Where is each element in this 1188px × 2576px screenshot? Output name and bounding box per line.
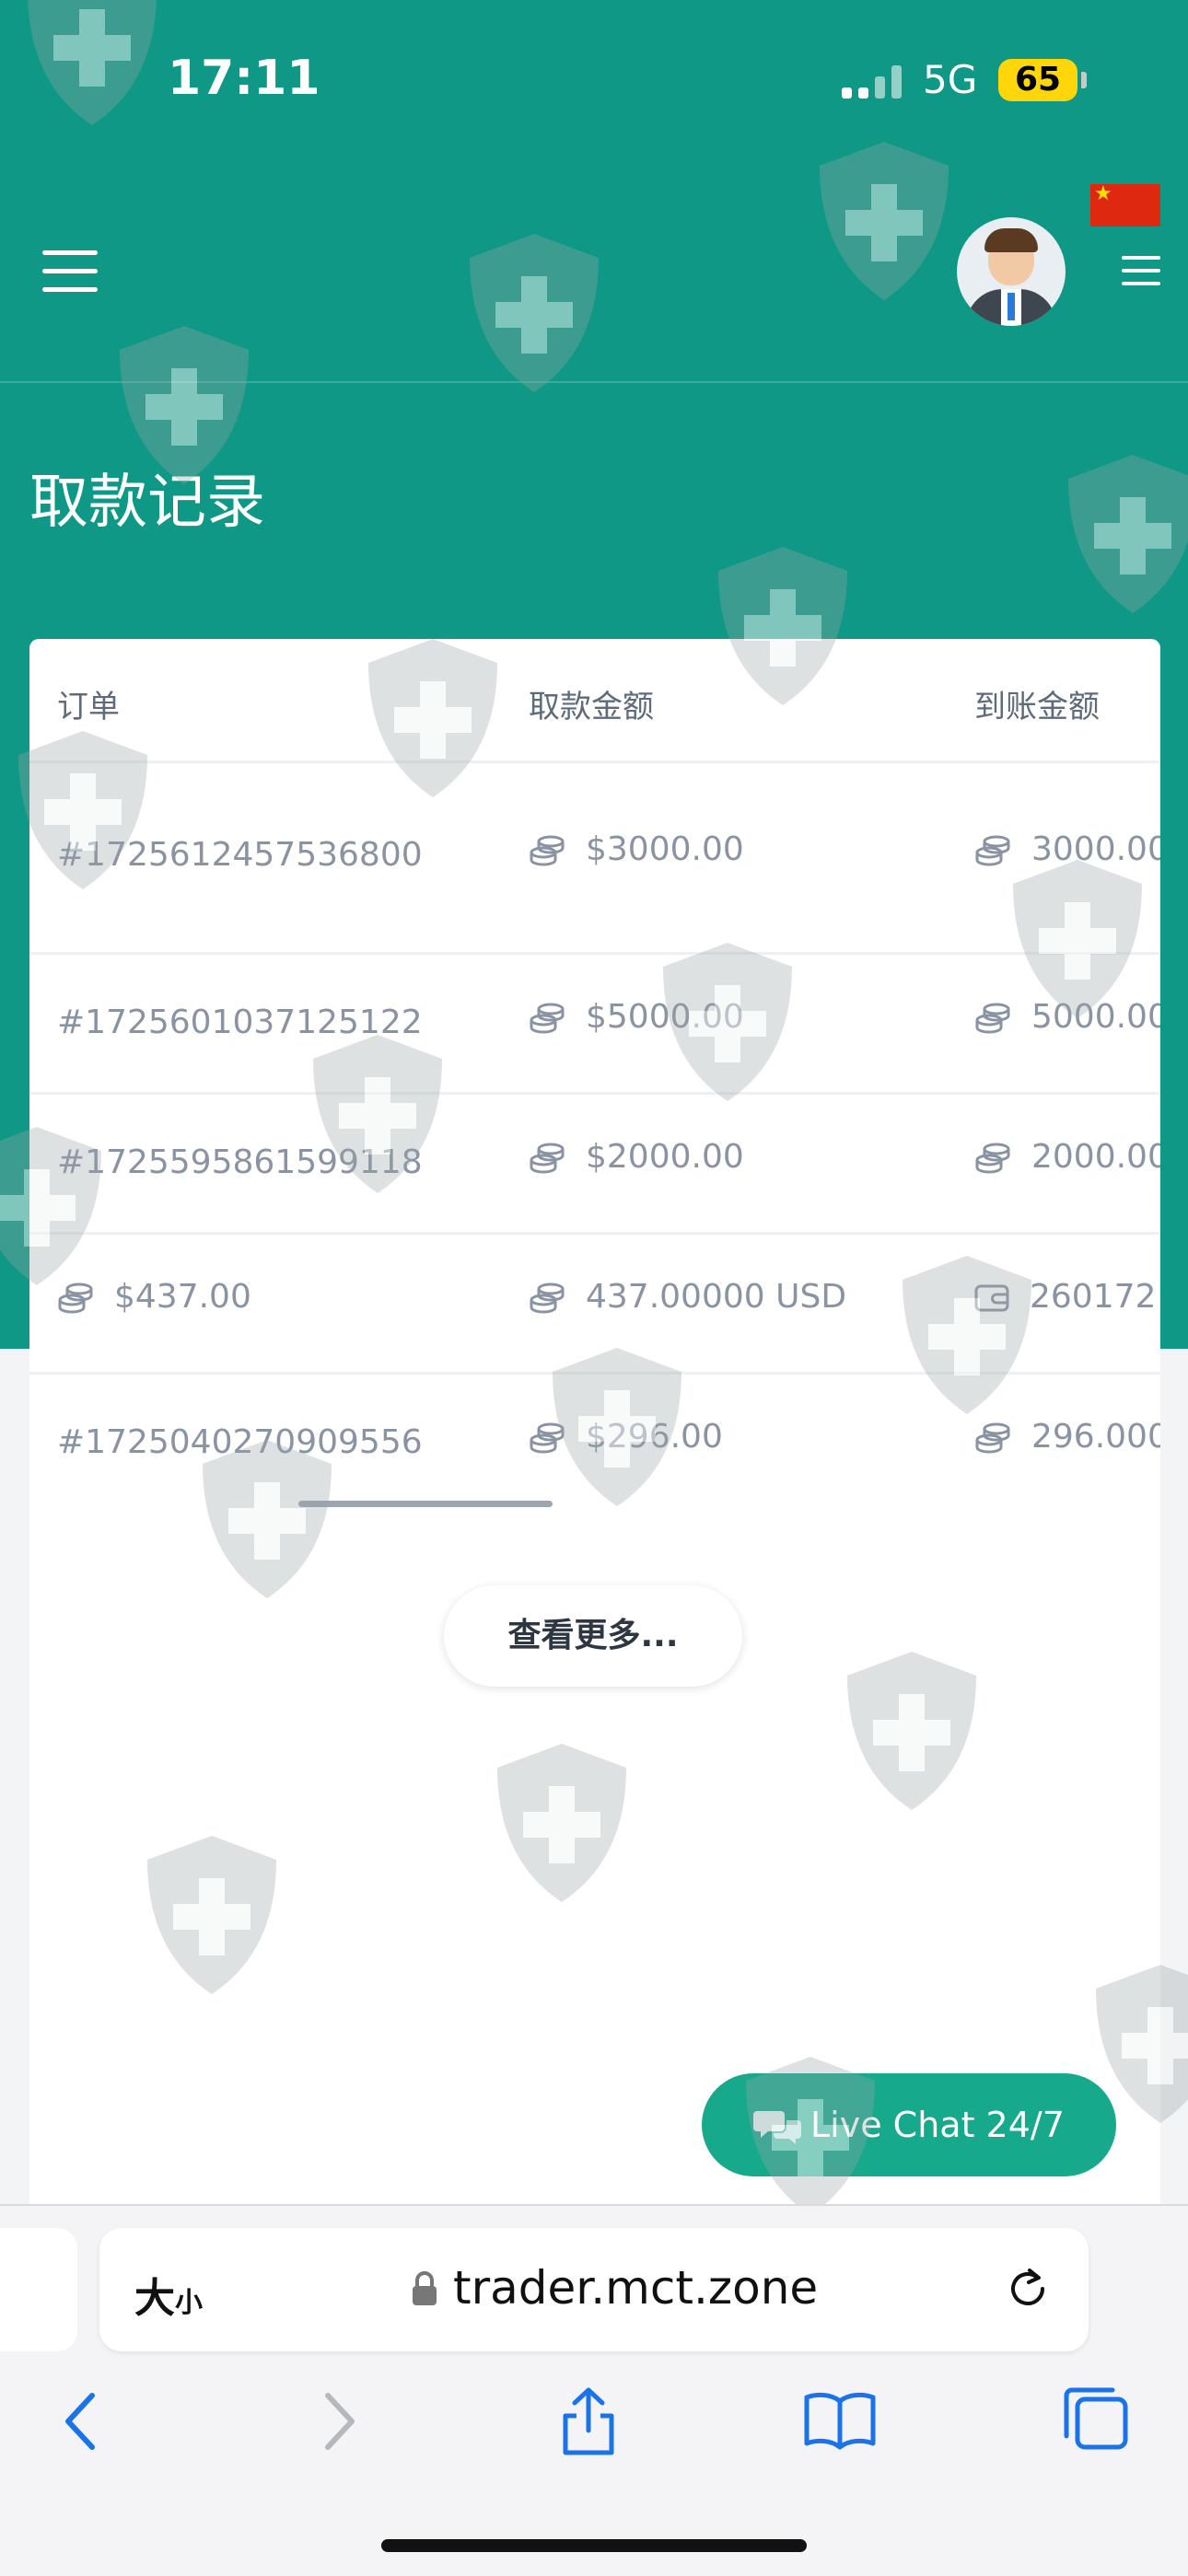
amount-cell: $3000.00	[529, 830, 744, 868]
page-title: 取款记录	[29, 469, 265, 537]
table-row[interactable]: #1725612457536800 $3000.00 3000.00	[29, 760, 1160, 955]
table-row[interactable]: $437.00 437.00000 USD 260172	[29, 1232, 1160, 1375]
coins-icon	[530, 835, 565, 866]
column-header-amount: 取款金额	[529, 689, 654, 725]
table-row[interactable]: #1725601037125122 $5000.00 5000.00	[29, 952, 1160, 1095]
order-id: #1725601037125122	[57, 1004, 423, 1041]
reload-icon	[1011, 2269, 1044, 2305]
share-icon[interactable]	[556, 2385, 621, 2458]
amount-cell: $5000.00	[529, 998, 744, 1036]
order-id: #1725595861599118	[57, 1143, 423, 1181]
wallet-icon	[974, 1284, 1009, 1312]
forward-icon[interactable]	[315, 2385, 361, 2458]
sidebar-menu-icon[interactable]	[42, 250, 98, 293]
received-cell: 296.000	[974, 1418, 1160, 1456]
previous-tab-preview[interactable]	[0, 2228, 77, 2351]
china-flag-icon[interactable]: ★	[1090, 182, 1160, 226]
received-cell: 5000.00	[974, 998, 1160, 1036]
home-indicator[interactable]	[381, 2539, 807, 2552]
table-header: 订单 取款金额 到账金额	[29, 639, 1160, 763]
text-size-button[interactable]: 大小	[134, 2265, 203, 2324]
received-cell: 260172	[974, 1278, 1156, 1316]
received-cell: 3000.00	[974, 830, 1160, 868]
amount-cell: $296.00	[529, 1418, 723, 1456]
network-type: 5G	[923, 57, 978, 102]
battery-level: 65	[998, 59, 1077, 101]
received-cell: 2000.00	[974, 1138, 1160, 1176]
coins-icon	[530, 1422, 565, 1454]
amount-cell: 437.00000 USD	[529, 1278, 846, 1316]
tabs-icon[interactable]	[1059, 2385, 1133, 2458]
withdrawal-records-card: 订单 取款金额 到账金额 #1725612457536800 $3000.00 …	[29, 639, 1160, 2204]
bookmarks-icon[interactable]	[803, 2385, 877, 2458]
coins-icon	[975, 1143, 1010, 1174]
column-header-order: 订单	[57, 689, 120, 725]
order-id: #1725612457536800	[57, 836, 423, 874]
view-more-button[interactable]: 查看更多...	[444, 1585, 742, 1687]
user-menu-icon[interactable]	[1122, 256, 1160, 285]
back-icon[interactable]	[59, 2385, 105, 2458]
url-text[interactable]: trader.mct.zone	[453, 2261, 818, 2315]
chat-bubbles-icon	[753, 2110, 801, 2144]
signal-icon	[842, 60, 908, 99]
order-amount-cell: $437.00	[57, 1278, 251, 1316]
order-id: #1725040270909556	[57, 1423, 423, 1461]
coins-icon	[975, 1003, 1010, 1034]
status-time: 17:11	[168, 51, 320, 106]
table-row[interactable]: #1725040270909556 $296.00 296.000	[29, 1372, 1160, 1512]
address-bar[interactable]: 大小 trader.mct.zone	[99, 2228, 1089, 2351]
table-row[interactable]: #1725595861599118 $2000.00 2000.00	[29, 1092, 1160, 1235]
avatar[interactable]	[957, 217, 1066, 326]
coins-icon	[530, 1143, 565, 1174]
coins-icon	[530, 1282, 565, 1314]
coins-icon	[58, 1282, 93, 1314]
header-divider	[0, 381, 1188, 383]
battery-icon	[1081, 72, 1087, 88]
amount-cell: $2000.00	[529, 1138, 744, 1176]
coins-icon	[530, 1003, 565, 1034]
coins-icon	[975, 1422, 1010, 1454]
live-chat-button[interactable]: Live Chat 24/7	[702, 2073, 1116, 2176]
lock-icon	[413, 2271, 437, 2305]
horizontal-scrollbar[interactable]	[298, 1501, 553, 1507]
column-header-received: 到账金额	[974, 689, 1100, 725]
coins-icon	[975, 835, 1010, 866]
